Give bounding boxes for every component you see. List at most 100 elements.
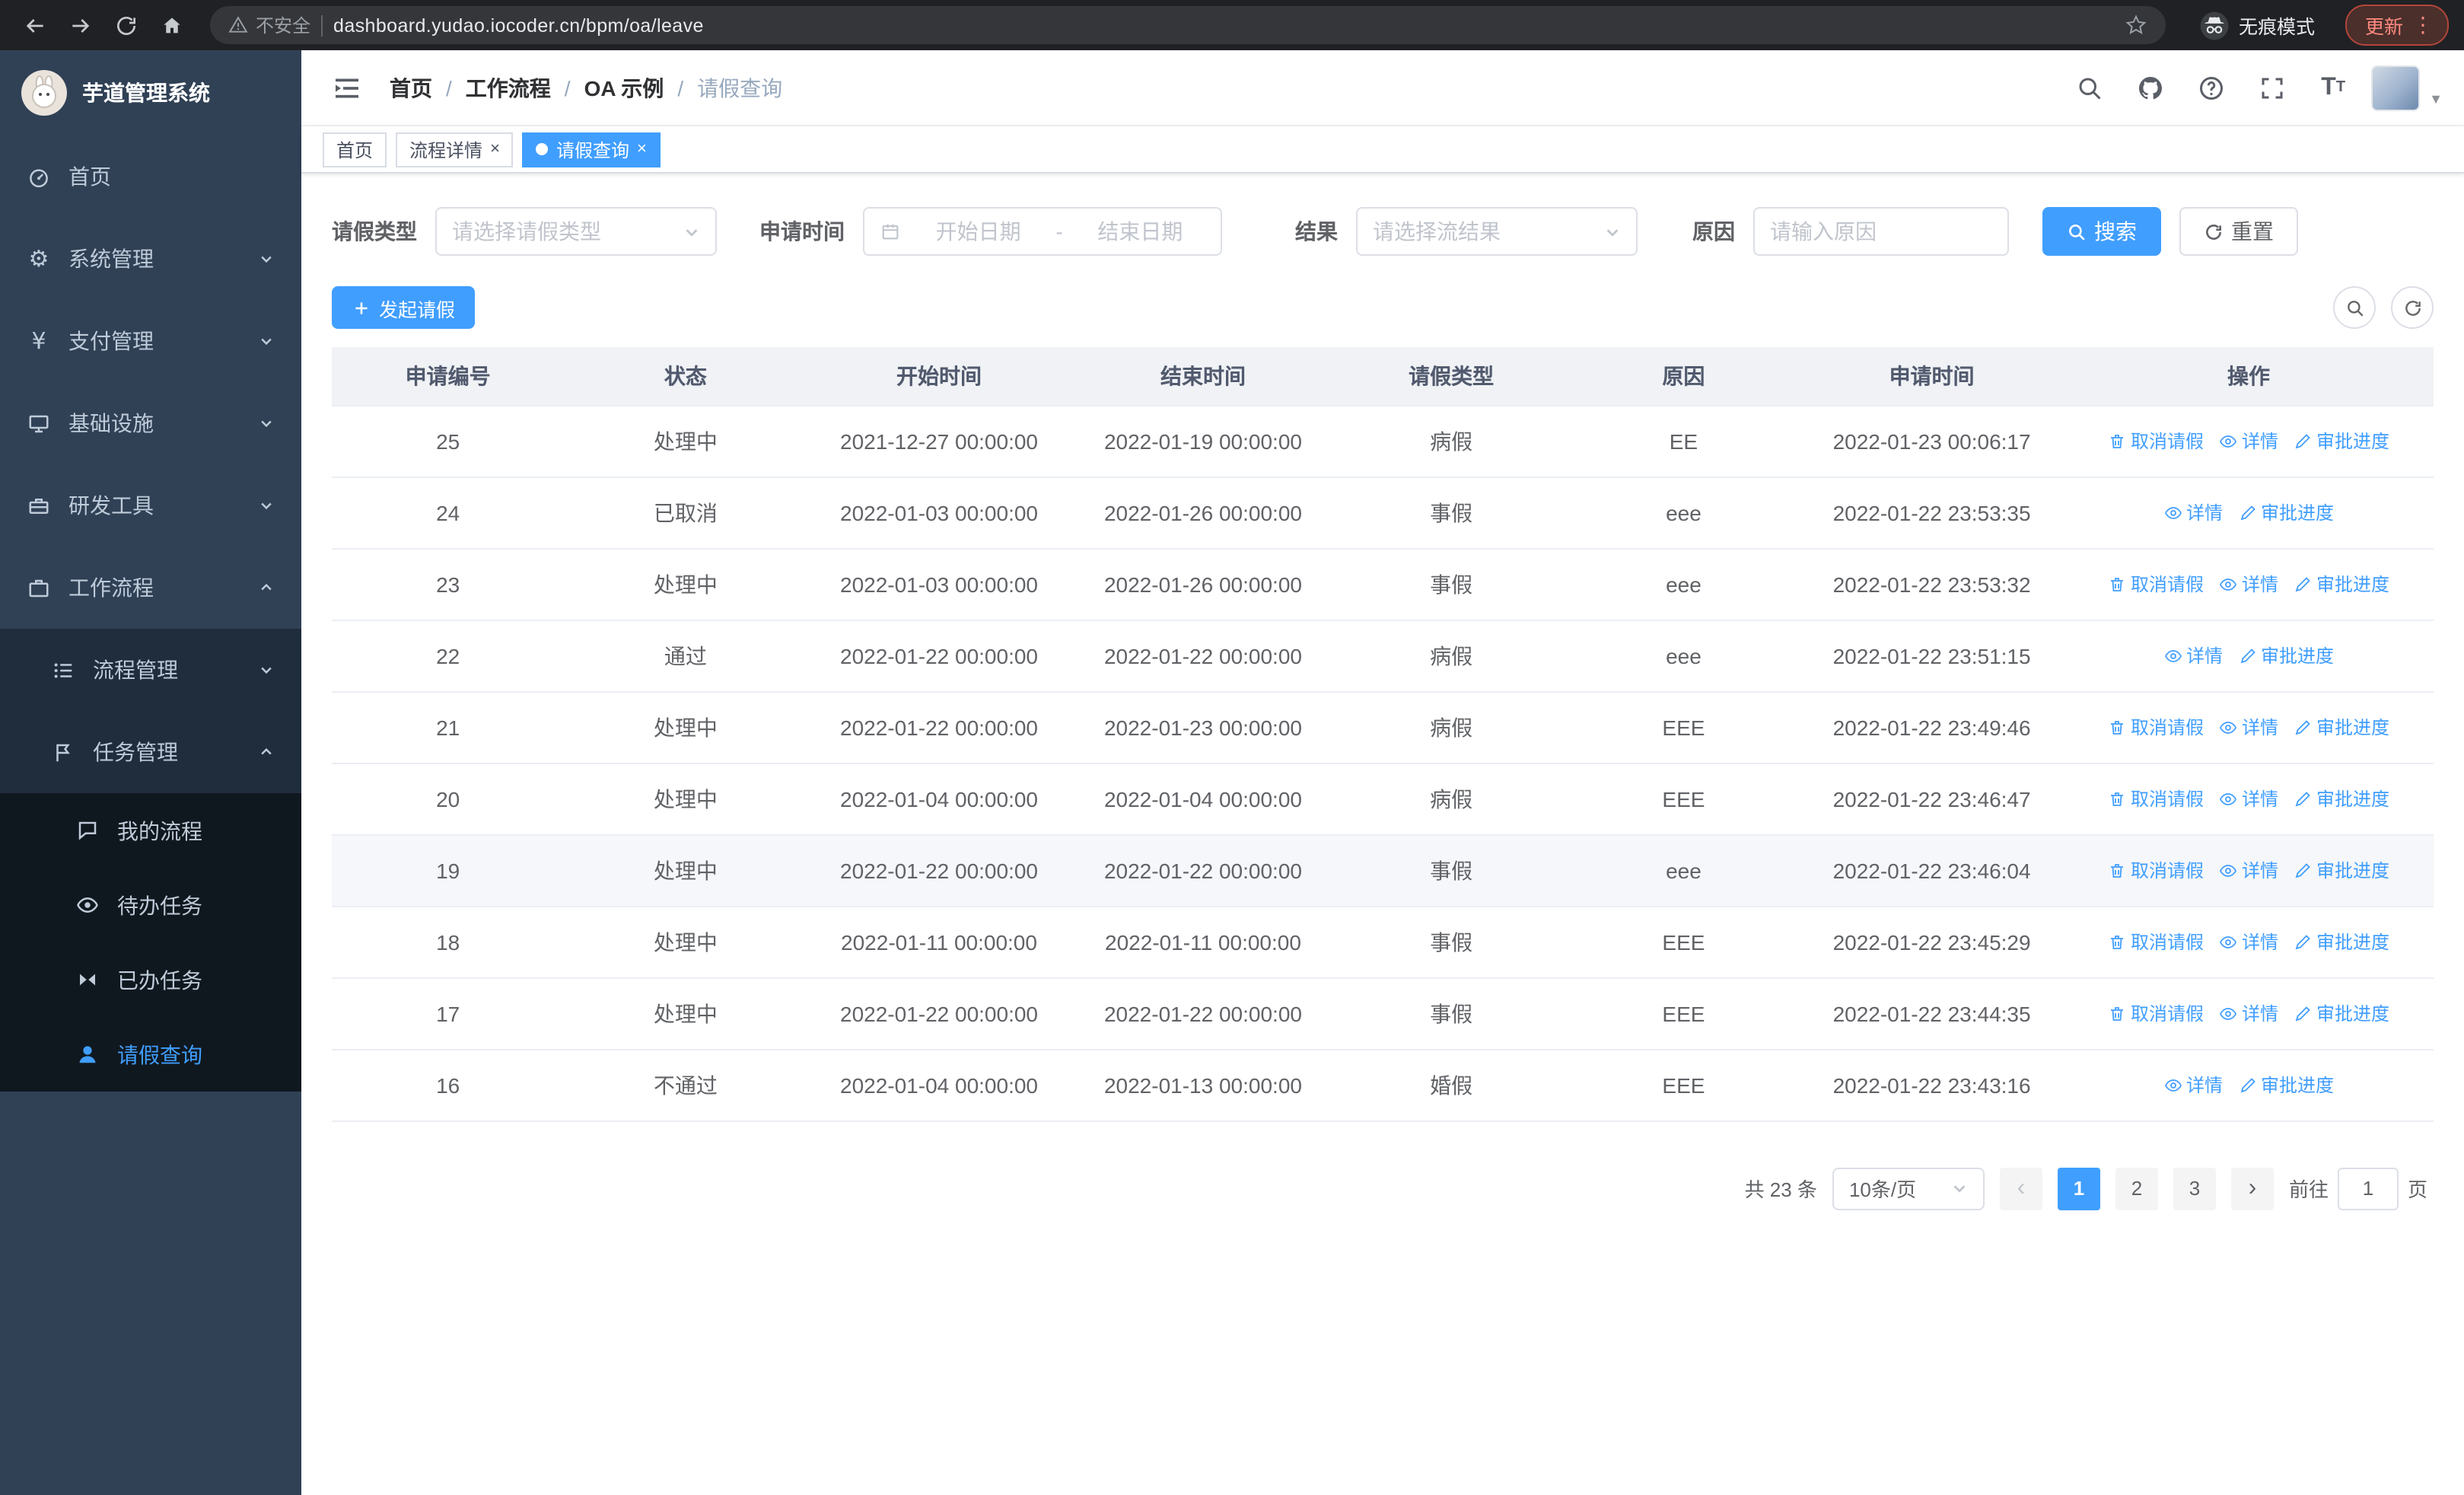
reset-button[interactable]: 重置 xyxy=(2179,207,2298,256)
action-cancel-link[interactable]: 取消请假 xyxy=(2108,929,2204,955)
sidebar-item-done-tasks[interactable]: 已办任务 xyxy=(0,942,301,1017)
page-button-2[interactable]: 2 xyxy=(2115,1167,2158,1210)
address-bar[interactable]: 不安全 dashboard.yudao.iocoder.cn/bpm/oa/le… xyxy=(210,6,2166,44)
sidebar-item-task-mgmt[interactable]: 任务管理 xyxy=(0,711,301,793)
fullscreen-icon[interactable] xyxy=(2249,65,2295,110)
action-cancel-link[interactable]: 取消请假 xyxy=(2108,571,2204,597)
user-avatar[interactable] xyxy=(2371,65,2421,110)
tab-leave-query[interactable]: 请假查询 × xyxy=(522,132,661,167)
table-row: 25 处理中 2021-12-27 00:00:00 2022-01-19 00:00… xyxy=(332,405,2434,477)
sidebar-item-todo-tasks[interactable]: 待办任务 xyxy=(0,868,301,942)
cell-actions: 取消请假 详情 审批进度 xyxy=(2064,977,2434,1050)
action-cancel-link[interactable]: 取消请假 xyxy=(2108,714,2204,740)
sidebar-item-leave-query[interactable]: 请假查询 xyxy=(0,1017,301,1092)
browser-refresh-button[interactable] xyxy=(107,5,146,45)
action-cancel-link[interactable]: 取消请假 xyxy=(2108,857,2204,883)
page-button-1[interactable]: 1 xyxy=(2057,1167,2100,1210)
jumper-input[interactable] xyxy=(2337,1167,2399,1210)
avatar-caret-icon[interactable]: ▼ xyxy=(2429,91,2443,106)
date-range-picker[interactable]: 开始日期 - 结束日期 xyxy=(863,207,1222,256)
action-detail-link[interactable]: 详情 xyxy=(2219,1000,2278,1026)
action-progress-link[interactable]: 审批进度 xyxy=(2238,499,2334,525)
action-detail-link[interactable]: 详情 xyxy=(2163,642,2223,668)
browser-menu-icon[interactable]: ⋮ xyxy=(2412,12,2434,38)
breadcrumb-workflow[interactable]: 工作流程 xyxy=(466,72,551,103)
help-icon[interactable] xyxy=(2189,65,2234,110)
sidebar-item-label: 基础设施 xyxy=(68,411,154,435)
sidebar-item-devtools[interactable]: 研发工具 xyxy=(0,464,301,547)
action-progress-link[interactable]: 审批进度 xyxy=(2294,786,2389,811)
navbar-actions: TT ▼ xyxy=(2067,65,2443,110)
refresh-table-button[interactable] xyxy=(2391,286,2434,329)
page-jumper: 前往 页 xyxy=(2289,1167,2427,1210)
action-progress-link[interactable]: 审批进度 xyxy=(2238,1072,2334,1098)
chevron-up-icon xyxy=(259,580,274,595)
prev-page-button[interactable]: ‹ xyxy=(1999,1167,2042,1210)
action-progress-link[interactable]: 审批进度 xyxy=(2294,714,2389,740)
cell-actions: 详情 审批进度 xyxy=(2064,477,2434,549)
sidebar-toggle-button[interactable] xyxy=(323,63,371,112)
action-progress-link[interactable]: 审批进度 xyxy=(2294,428,2389,454)
tab-home[interactable]: 首页 xyxy=(323,132,387,167)
close-icon[interactable]: × xyxy=(490,140,500,158)
action-detail-link[interactable]: 详情 xyxy=(2219,571,2278,597)
action-progress-link[interactable]: 审批进度 xyxy=(2294,1000,2389,1026)
action-detail-link[interactable]: 详情 xyxy=(2219,857,2278,883)
breadcrumb-home[interactable]: 首页 xyxy=(390,72,432,103)
sidebar-item-workflow[interactable]: 工作流程 xyxy=(0,547,301,629)
action-detail-link[interactable]: 详情 xyxy=(2163,499,2223,525)
bookmark-star-icon[interactable] xyxy=(2125,14,2147,37)
sidebar-item-system[interactable]: ⚙ 系统管理 xyxy=(0,218,301,300)
sidebar-item-my-process[interactable]: 我的流程 xyxy=(0,793,301,868)
chevron-down-icon xyxy=(259,333,274,349)
pagination: 共 23 条 10条/页 ‹ 1 2 3 › 前往 页 xyxy=(332,1167,2434,1210)
cell-end: 2022-01-23 00:00:00 xyxy=(1071,691,1335,763)
sidebar-item-home[interactable]: 首页 xyxy=(0,135,301,218)
cell-start: 2022-01-22 00:00:00 xyxy=(807,977,1071,1050)
action-progress-link[interactable]: 审批进度 xyxy=(2294,857,2389,883)
next-page-button[interactable]: › xyxy=(2230,1167,2274,1210)
app-logo[interactable]: 芋道管理系统 xyxy=(0,50,301,135)
action-progress-link[interactable]: 审批进度 xyxy=(2294,571,2389,597)
action-progress-link[interactable]: 审批进度 xyxy=(2294,929,2389,955)
github-icon[interactable] xyxy=(2128,65,2173,110)
breadcrumb: 首页 / 工作流程 / OA 示例 / 请假查询 xyxy=(390,72,782,103)
search-icon[interactable] xyxy=(2067,65,2112,110)
action-detail-link[interactable]: 详情 xyxy=(2219,786,2278,811)
tab-process-detail[interactable]: 流程详情 × xyxy=(396,132,514,167)
toggle-search-button[interactable] xyxy=(2333,286,2376,329)
font-size-icon[interactable]: TT xyxy=(2310,65,2356,110)
table-row: 22 通过 2022-01-22 00:00:00 2022-01-22 00:00:… xyxy=(332,620,2434,692)
leave-type-select[interactable]: 请选择请假类型 xyxy=(435,207,717,256)
browser-forward-button[interactable] xyxy=(61,5,100,45)
warning-icon xyxy=(228,16,248,33)
action-progress-link[interactable]: 审批进度 xyxy=(2238,642,2334,668)
create-leave-button[interactable]: 发起请假 xyxy=(332,286,476,329)
action-detail-link[interactable]: 详情 xyxy=(2219,929,2278,955)
action-cancel-link[interactable]: 取消请假 xyxy=(2108,1000,2204,1026)
search-button[interactable]: 搜索 xyxy=(2042,207,2161,256)
close-icon[interactable]: × xyxy=(637,140,647,158)
page-button-3[interactable]: 3 xyxy=(2173,1167,2216,1210)
breadcrumb-oa-example[interactable]: OA 示例 xyxy=(584,72,664,103)
navbar: 首页 / 工作流程 / OA 示例 / 请假查询 TT ▼ xyxy=(301,50,2464,126)
action-detail-link[interactable]: 详情 xyxy=(2163,1072,2223,1098)
page-size-select[interactable]: 10条/页 xyxy=(1832,1167,1985,1210)
action-detail-link[interactable]: 详情 xyxy=(2219,428,2278,454)
table-row: 21 处理中 2022-01-22 00:00:00 2022-01-23 00:00… xyxy=(332,691,2434,763)
breadcrumb-separator: / xyxy=(564,75,571,100)
action-cancel-link[interactable]: 取消请假 xyxy=(2108,428,2204,454)
sidebar-item-infra[interactable]: 基础设施 xyxy=(0,382,301,464)
eye-icon xyxy=(76,894,99,916)
action-cancel-link[interactable]: 取消请假 xyxy=(2108,786,2204,811)
browser-back-button[interactable] xyxy=(15,5,55,45)
browser-update-button[interactable]: 更新 ⋮ xyxy=(2345,5,2449,46)
action-detail-link[interactable]: 详情 xyxy=(2219,714,2278,740)
security-indicator[interactable]: 不安全 xyxy=(228,12,310,38)
sidebar-item-process-mgmt[interactable]: 流程管理 xyxy=(0,629,301,711)
reason-input[interactable] xyxy=(1770,219,1992,244)
range-separator: - xyxy=(1055,219,1063,244)
browser-home-button[interactable] xyxy=(152,5,192,45)
sidebar-item-payment[interactable]: ¥ 支付管理 xyxy=(0,300,301,382)
result-select[interactable]: 请选择流结果 xyxy=(1356,207,1638,256)
